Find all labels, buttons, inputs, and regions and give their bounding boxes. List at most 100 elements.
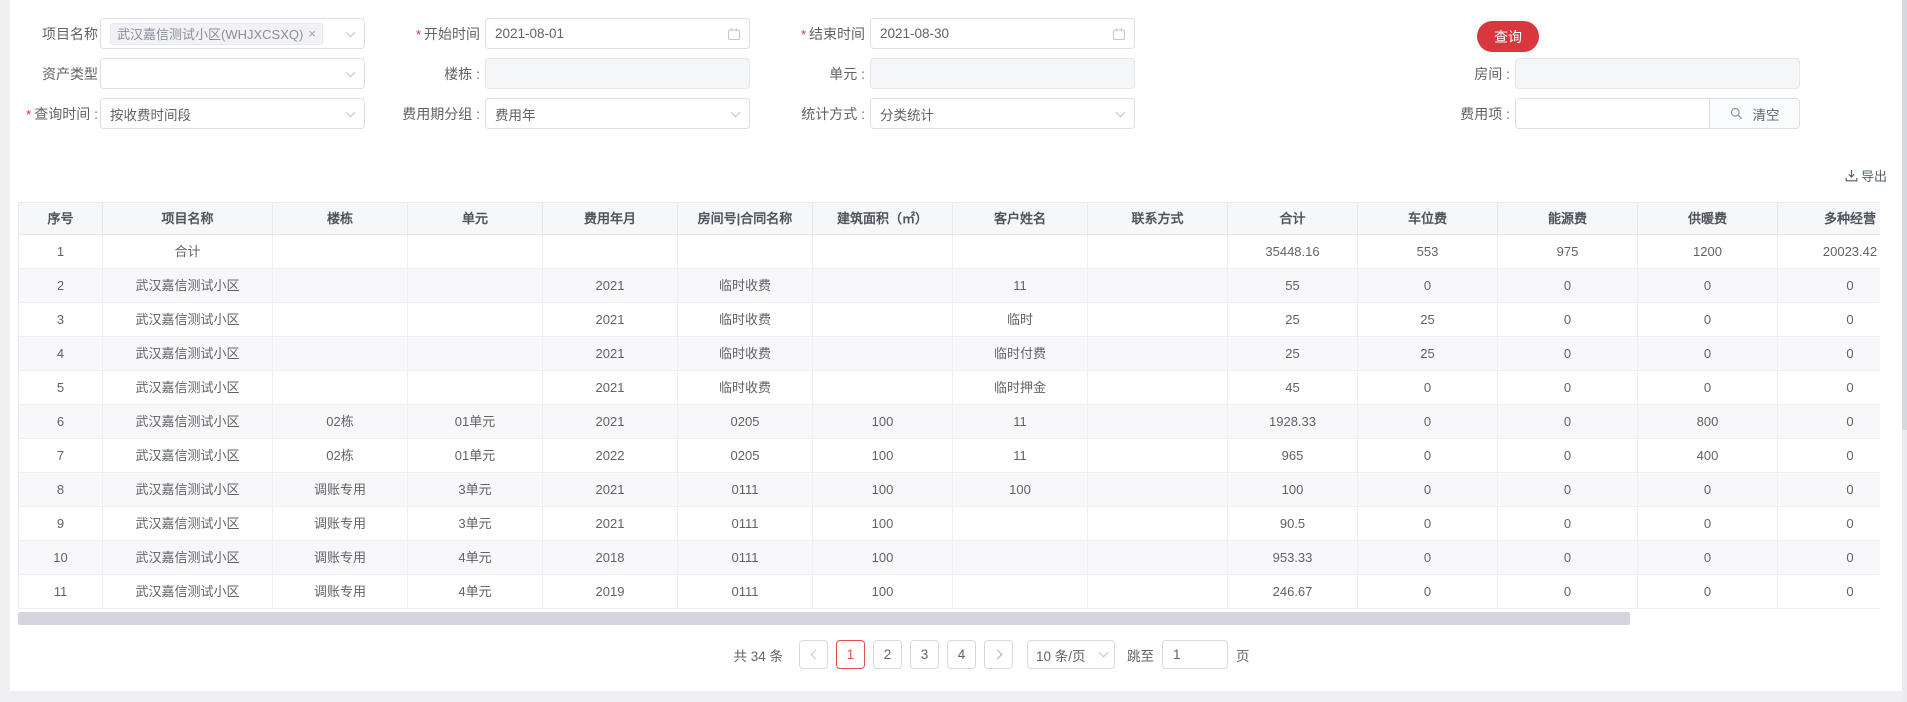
table-cell: 2021 xyxy=(543,371,678,404)
table-cell: 0 xyxy=(1358,541,1498,574)
table-cell: 0 xyxy=(1778,575,1880,608)
table-cell: 0 xyxy=(1778,473,1880,506)
table-cell: 2018 xyxy=(543,541,678,574)
table-cell xyxy=(273,337,408,370)
stat-method-select[interactable]: 分类统计 xyxy=(870,98,1135,129)
table-cell xyxy=(953,507,1088,540)
jump-page-input[interactable] xyxy=(1162,640,1229,669)
page-vertical-scrollbar-thumb[interactable] xyxy=(1902,0,1907,430)
start-time-input[interactable] xyxy=(495,26,725,41)
filter-row-3: *查询时间 : 按收费时间段 费用期分组 : 费用年 统计方式 : 分类统计 xyxy=(10,98,1903,138)
table-body: 1 合计 35448.16 553 975 1200 20023.42 2 武汉嘉信测试小区 20… xyxy=(19,235,1880,609)
table-cell: 调账专用 xyxy=(273,473,408,506)
fee-item-input[interactable] xyxy=(1516,99,1709,128)
table-cell: 0111 xyxy=(678,575,813,608)
table-cell xyxy=(273,303,408,336)
page-button-4[interactable]: 4 xyxy=(947,640,977,669)
asset-type-select[interactable] xyxy=(100,58,365,89)
page-size-select[interactable]: 10 条/页 xyxy=(1027,640,1116,669)
column-header: 联系方式 xyxy=(1088,203,1228,234)
table-cell: 6 xyxy=(19,405,103,438)
table-cell: 55 xyxy=(1228,269,1358,302)
column-header: 客户姓名 xyxy=(953,203,1088,234)
table-cell: 0 xyxy=(1498,269,1638,302)
table-cell: 0 xyxy=(1638,541,1778,574)
table-cell: 100 xyxy=(953,473,1088,506)
project-tag[interactable]: 武汉嘉信测试小区(WHJXCSXQ) × xyxy=(110,22,323,45)
table-cell: 2021 xyxy=(543,405,678,438)
table-cell: 临时收费 xyxy=(678,371,813,404)
table-cell xyxy=(1088,269,1228,302)
fee-item-clear-label: 清空 xyxy=(1752,107,1780,123)
table-row: 6 武汉嘉信测试小区 02栋 01单元 2021 0205 100 11 1928.33 0 0 80… xyxy=(19,405,1880,439)
table-cell: 100 xyxy=(813,575,953,608)
page-button-2[interactable]: 2 xyxy=(873,640,903,669)
next-page-button[interactable] xyxy=(984,640,1014,669)
filter-row-1: 项目名称 武汉嘉信测试小区(WHJXCSXQ) × * 开始时间 2021-08… xyxy=(10,18,1903,58)
required-icon: * xyxy=(415,26,421,42)
table-cell: 0 xyxy=(1638,575,1778,608)
table-cell xyxy=(273,269,408,302)
table-cell: 975 xyxy=(1498,235,1638,268)
chevron-right-icon xyxy=(992,649,1002,660)
export-button[interactable]: 导出 xyxy=(1845,166,1887,185)
page-vertical-scrollbar xyxy=(1902,0,1907,702)
table-cell: 100 xyxy=(813,473,953,506)
main-panel: 项目名称 武汉嘉信测试小区(WHJXCSXQ) × * 开始时间 2021-08… xyxy=(10,0,1903,691)
room-input xyxy=(1515,58,1800,89)
table-cell: 2021 xyxy=(543,337,678,370)
table-cell: 临时付费 xyxy=(953,337,1088,370)
table-row: 1 合计 35448.16 553 975 1200 20023.42 xyxy=(19,235,1880,269)
table-cell: 100 xyxy=(1228,473,1358,506)
table-row: 8 武汉嘉信测试小区 调账专用 3单元 2021 0111 100 100 100 0 0 0 0 xyxy=(19,473,1880,507)
fee-period-group-select[interactable]: 费用年 xyxy=(485,98,750,129)
table-cell: 2019 xyxy=(543,575,678,608)
chevron-down-icon xyxy=(730,107,741,118)
table-cell xyxy=(678,235,813,268)
search-button[interactable]: 查询 xyxy=(1477,21,1539,52)
table-cell xyxy=(408,303,543,336)
fee-item-clear-button[interactable]: 清空 xyxy=(1709,99,1799,128)
table-cell xyxy=(273,371,408,404)
prev-page-button[interactable] xyxy=(799,640,829,669)
horizontal-scrollbar-thumb[interactable] xyxy=(18,612,1630,625)
filter-form: 项目名称 武汉嘉信测试小区(WHJXCSXQ) × * 开始时间 2021-08… xyxy=(10,0,1903,138)
table-cell: 25 xyxy=(1228,337,1358,370)
project-name-select[interactable]: 武汉嘉信测试小区(WHJXCSXQ) × xyxy=(100,18,365,49)
table-cell: 0 xyxy=(1498,473,1638,506)
table-cell: 0 xyxy=(1358,405,1498,438)
end-time-picker[interactable] xyxy=(870,18,1135,49)
column-header: 楼栋 xyxy=(273,203,408,234)
stat-method-value: 分类统计 xyxy=(880,107,934,123)
table-cell: 0 xyxy=(1358,371,1498,404)
table-cell xyxy=(408,269,543,302)
table-cell: 武汉嘉信测试小区 xyxy=(103,269,273,302)
table-cell xyxy=(953,575,1088,608)
table-cell xyxy=(408,371,543,404)
query-time-select[interactable]: 按收费时间段 xyxy=(100,98,365,129)
table-cell: 0 xyxy=(1638,269,1778,302)
query-time-value: 按收费时间段 xyxy=(110,107,191,123)
table-cell xyxy=(813,371,953,404)
unit-label: 单元 : xyxy=(829,65,865,82)
end-time-input[interactable] xyxy=(880,26,1110,41)
calendar-icon xyxy=(1112,27,1126,41)
table-cell: 1 xyxy=(19,235,103,268)
tag-close-icon[interactable]: × xyxy=(308,26,316,41)
table-cell: 调账专用 xyxy=(273,507,408,540)
start-time-picker[interactable] xyxy=(485,18,750,49)
table-cell: 100 xyxy=(813,541,953,574)
search-icon xyxy=(1730,107,1743,120)
table-cell: 0 xyxy=(1498,405,1638,438)
table-cell: 武汉嘉信测试小区 xyxy=(103,541,273,574)
table-cell: 8 xyxy=(19,473,103,506)
table-cell xyxy=(1088,303,1228,336)
page-button-1[interactable]: 1 xyxy=(836,640,866,669)
table-cell: 武汉嘉信测试小区 xyxy=(103,473,273,506)
table-row: 7 武汉嘉信测试小区 02栋 01单元 2022 0205 100 11 965 0 0 400 0 xyxy=(19,439,1880,473)
table-cell: 0 xyxy=(1778,439,1880,472)
asset-type-label: 资产类型 xyxy=(42,65,98,82)
page-buttons: 1234 xyxy=(832,640,980,669)
table-cell: 3 xyxy=(19,303,103,336)
page-button-3[interactable]: 3 xyxy=(910,640,940,669)
